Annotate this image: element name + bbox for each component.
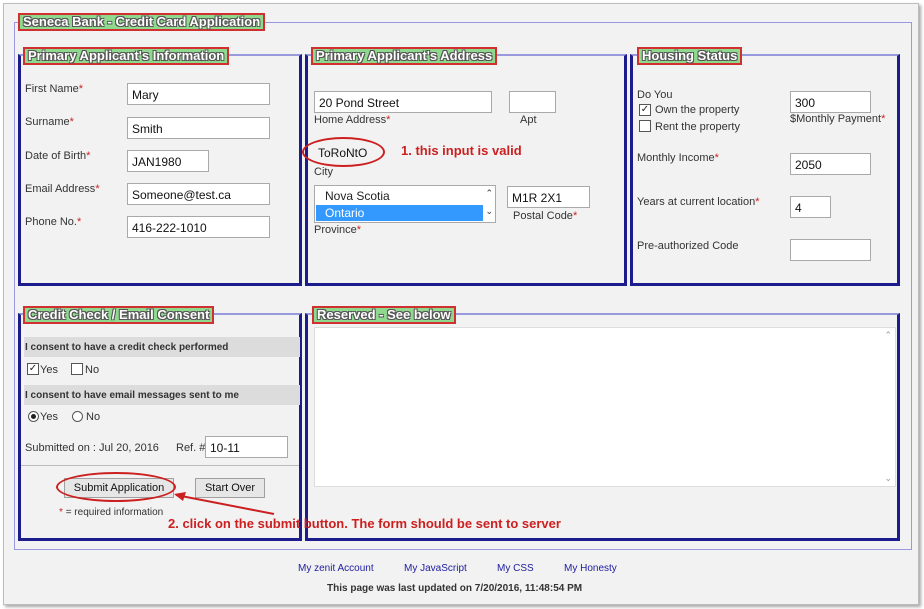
city-highlight-ellipse [302,137,385,167]
credit-yes-checkbox[interactable]: ✓ [27,363,39,375]
own-property-checkbox[interactable]: ✓ [639,104,651,116]
email-question: I consent to have email messages sent to… [25,390,239,401]
surname-input[interactable]: Smith [127,117,270,139]
form-title: Seneca Bank - Credit Card Application [18,13,266,31]
valid-input-note: 1. this input is valid [401,143,522,158]
first-name-input[interactable]: Mary [127,83,270,105]
last-updated-text: This page was last updated on 7/20/2016,… [327,583,583,594]
reserved-legend: Reserved - See below [312,306,456,324]
primary-info-panel: First Name* Mary Surname* Smith Date of … [18,54,302,286]
footer-link-css[interactable]: My CSS [497,563,534,574]
submitted-on-text: Submitted on : Jul 20, 2016 [25,442,159,454]
credit-legend: Credit Check / Email Consent [23,306,215,324]
submit-note: 2. click on the submit button. The form … [168,516,561,531]
email-no-radio[interactable] [72,411,83,422]
province-select[interactable]: Nova Scotia Ontario ⌃ ⌄ [314,185,496,223]
home-address-label: Home Address* [314,114,391,126]
ref-label: Ref. # [176,442,206,454]
province-option-ontario[interactable]: Ontario [316,205,483,221]
phone-label: Phone No.* [25,216,82,228]
reserved-textarea[interactable]: ⌃ ⌄ [314,327,896,487]
email-no-label: No [86,411,101,423]
monthly-payment-input[interactable]: 300 [790,91,871,113]
email-input[interactable]: Someone@test.ca [127,183,270,205]
footer-link-javascript[interactable]: My JavaScript [404,563,467,574]
email-label: Email Address* [25,183,100,195]
preauth-label: Pre-authorized Code [637,240,739,252]
page-frame: Seneca Bank - Credit Card Application Fi… [3,3,919,605]
submit-highlight-ellipse [56,472,176,502]
apt-input[interactable] [509,91,556,113]
dob-label: Date of Birth* [25,150,91,162]
email-yes-radio[interactable] [28,411,39,422]
address-panel: 20 Pond Street Home Address* Apt ToRoNtO… [305,54,627,286]
monthly-income-label: Monthly Income* [637,152,719,164]
own-property-label: Own the property [655,104,740,116]
preauth-input[interactable] [790,239,871,261]
primary-info-legend: Primary Applicant's Information [23,47,230,65]
footer-link-zenit[interactable]: My zenit Account [298,563,374,574]
address-legend: Primary Applicant's Address [311,47,498,65]
credit-no-label: No [85,364,100,376]
do-you-label: Do You [637,89,673,101]
credit-yes-label: Yes [40,364,58,376]
textarea-scroll-down-icon[interactable]: ⌄ [884,473,892,484]
dob-input[interactable]: JAN1980 [127,150,209,172]
first-name-label: First Name* [25,83,84,95]
credit-no-checkbox[interactable] [71,363,83,375]
divider [21,465,299,466]
phone-input[interactable]: 416-222-1010 [127,216,270,238]
monthly-income-input[interactable]: 2050 [790,153,871,175]
home-address-input[interactable]: 20 Pond Street [314,91,492,113]
province-label: Province* [314,224,362,236]
footer-link-honesty[interactable]: My Honesty [564,563,617,574]
email-yes-label: Yes [40,411,58,423]
postal-code-input[interactable]: M1R 2X1 [507,186,590,208]
reserved-panel: ⌃ ⌄ [305,313,900,541]
postal-code-label: Postal Code* [513,210,578,222]
apt-label: Apt [520,114,537,126]
years-input[interactable]: 4 [790,196,831,218]
monthly-payment-label: $Monthly Payment* [790,113,886,125]
surname-label: Surname* [25,116,74,128]
city-label: City [314,166,333,178]
years-label: Years at current location* [637,196,760,208]
credit-question: I consent to have a credit check perform… [25,342,229,353]
required-note: * = required information [59,507,164,518]
rent-property-checkbox[interactable] [639,120,651,132]
housing-panel: Do You ✓ Own the property Rent the prope… [630,54,900,286]
province-option-nova-scotia[interactable]: Nova Scotia [325,189,390,203]
scroll-down-icon[interactable]: ⌄ [485,206,493,217]
scroll-up-icon[interactable]: ⌃ [485,188,493,199]
rent-property-label: Rent the property [655,121,740,133]
housing-legend: Housing Status [637,47,743,65]
ref-input[interactable]: 10-11 [205,436,288,458]
textarea-scroll-up-icon[interactable]: ⌃ [884,330,892,341]
